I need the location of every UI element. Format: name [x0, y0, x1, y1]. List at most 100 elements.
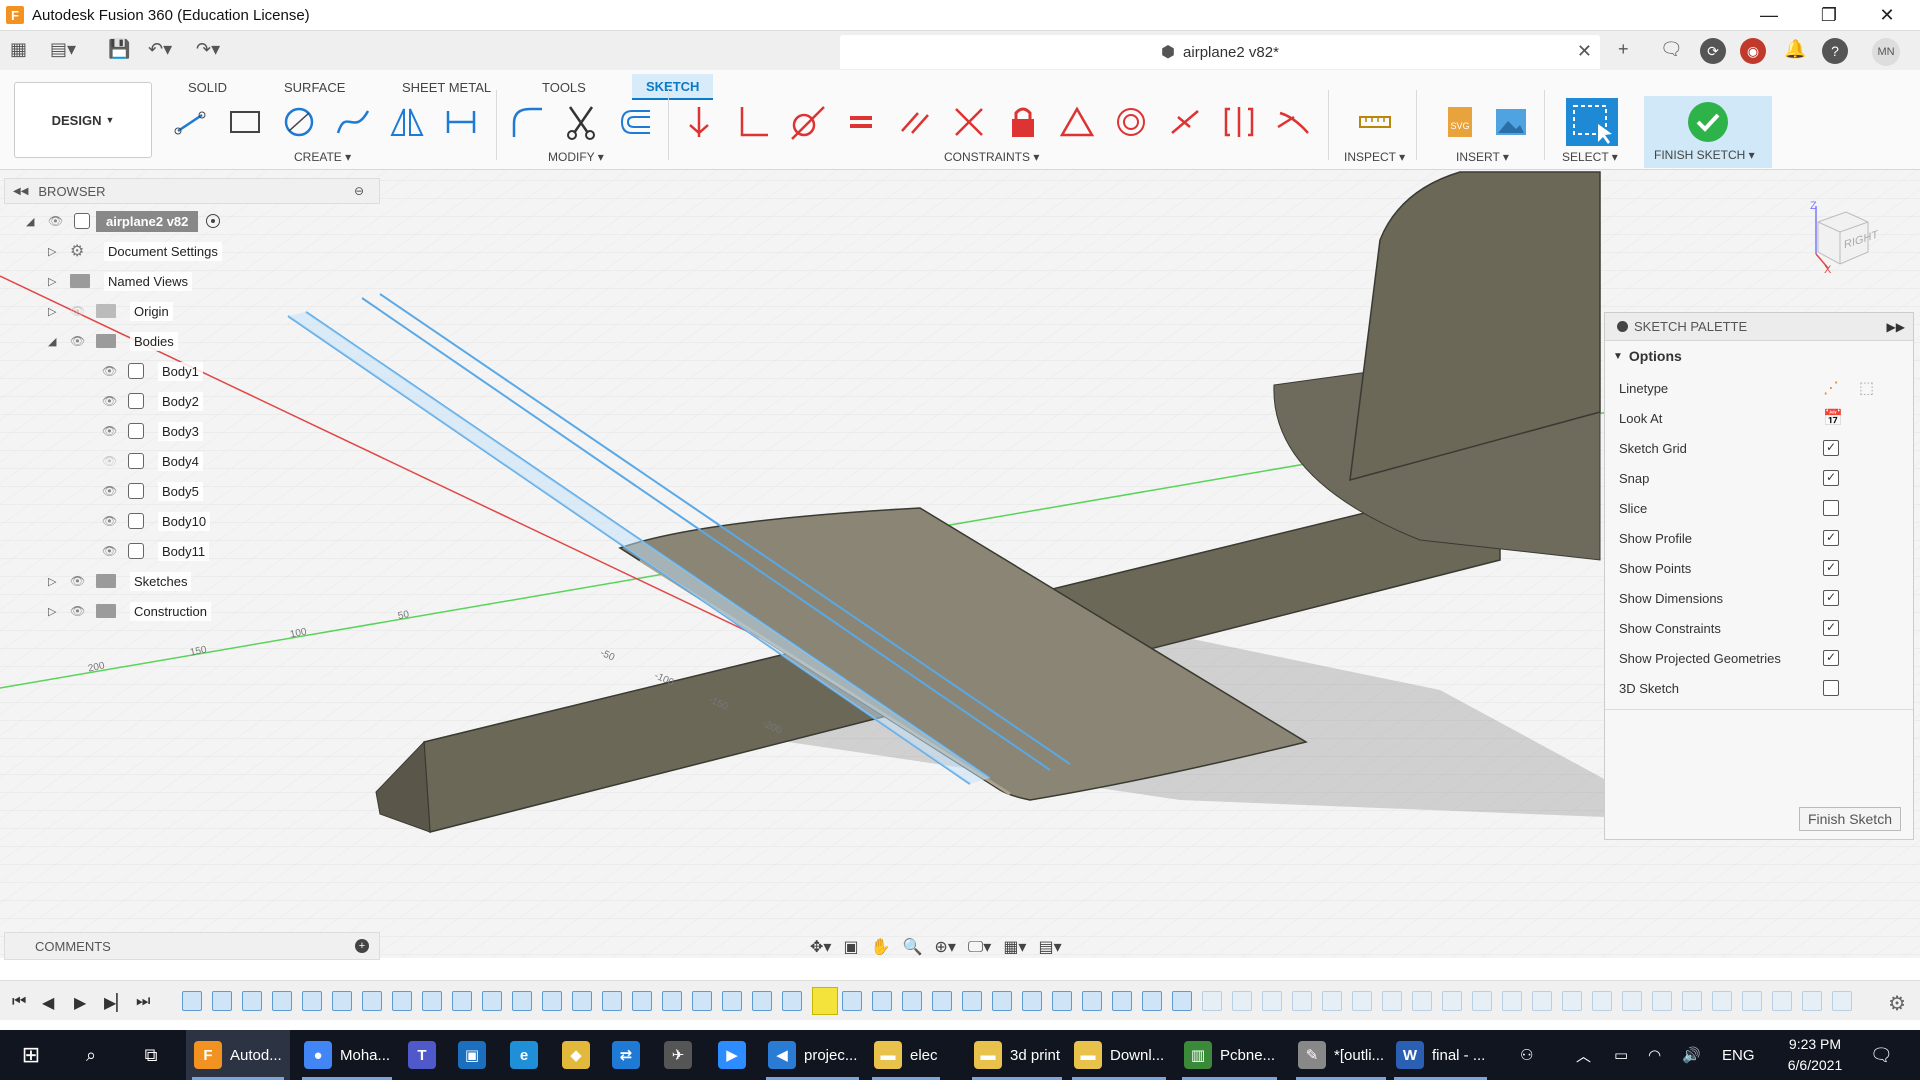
- select-tool[interactable]: [1566, 98, 1618, 146]
- expand-triangle-icon[interactable]: ▷: [48, 305, 62, 318]
- fit-zoom-icon[interactable]: ⊕▾: [934, 937, 955, 957]
- document-tab[interactable]: ⬢ airplane2 v82* ✕: [840, 35, 1600, 69]
- battery-icon[interactable]: ▭: [1614, 1030, 1628, 1080]
- timeline-feature-icon[interactable]: [902, 991, 922, 1011]
- tree-item-body[interactable]: 👁 Body2: [102, 388, 203, 414]
- timeline-feature-icon[interactable]: [1052, 991, 1072, 1011]
- measure-tool[interactable]: [1352, 100, 1398, 144]
- triangle-constraint-tool[interactable]: [1054, 100, 1100, 144]
- tangent-tool[interactable]: [784, 100, 830, 144]
- coincident-tool[interactable]: [676, 100, 722, 144]
- taskbar-app-button[interactable]: ▬ Downl...: [1066, 1030, 1172, 1080]
- line-tool[interactable]: [168, 100, 214, 144]
- visibility-eye-icon[interactable]: 👁: [102, 424, 120, 438]
- finish-sketch-group[interactable]: FINISH SKETCH ▾: [1644, 96, 1772, 168]
- system-clock[interactable]: 9:23 PM 6/6/2021: [1770, 1034, 1860, 1076]
- timeline-feature-icon[interactable]: [1082, 991, 1102, 1011]
- browser-pin-icon[interactable]: ⊖: [354, 184, 364, 198]
- taskbar-app-button[interactable]: ⇄: [604, 1030, 656, 1080]
- go-to-start-icon[interactable]: ⏮: [12, 993, 26, 1011]
- timeline-feature-icon[interactable]: [572, 991, 592, 1011]
- sketch-grid-checkbox[interactable]: ✓: [1823, 440, 1839, 456]
- timeline-feature-icon[interactable]: [752, 991, 772, 1011]
- notifications-icon[interactable]: 🔔: [1784, 39, 1806, 60]
- timeline-feature-icon[interactable]: [1502, 991, 1522, 1011]
- tab-tools[interactable]: TOOLS: [528, 74, 600, 100]
- notification-center-icon[interactable]: 🗨: [1870, 1030, 1893, 1080]
- expand-triangle-icon[interactable]: ▷: [48, 575, 62, 588]
- workspace-switcher[interactable]: DESIGN ▼: [14, 82, 152, 158]
- visibility-eye-icon[interactable]: 👁: [102, 394, 120, 408]
- timeline-feature-icon[interactable]: [992, 991, 1012, 1011]
- timeline-feature-icon[interactable]: [842, 991, 862, 1011]
- centerline-linetype-icon[interactable]: ⬚: [1859, 378, 1874, 398]
- timeline-feature-icon[interactable]: [1712, 991, 1732, 1011]
- timeline-feature-icon[interactable]: [242, 991, 262, 1011]
- restore-button[interactable]: ❐: [1800, 0, 1858, 30]
- timeline-feature-icon[interactable]: [1802, 991, 1822, 1011]
- timeline-feature-icon[interactable]: [1682, 991, 1702, 1011]
- tree-item-body[interactable]: 👁 Body11: [102, 538, 210, 564]
- timeline-feature-icon[interactable]: [962, 991, 982, 1011]
- visibility-eye-icon[interactable]: 👁: [70, 604, 88, 618]
- show-constraints-checkbox[interactable]: ✓: [1823, 620, 1839, 636]
- new-tab-icon[interactable]: +: [1618, 39, 1629, 60]
- timeline-feature-icon[interactable]: [1532, 991, 1552, 1011]
- timeline-feature-icon[interactable]: [332, 991, 352, 1011]
- timeline-feature-icon[interactable]: [1172, 991, 1192, 1011]
- taskbar-app-button[interactable]: ✈: [656, 1030, 708, 1080]
- tree-item-body[interactable]: 👁 Body10: [102, 508, 211, 534]
- curvature-tool[interactable]: [1270, 100, 1316, 144]
- timeline-feature-icon[interactable]: [1232, 991, 1252, 1011]
- timeline-feature-icon[interactable]: [1472, 991, 1492, 1011]
- constraints-group-label[interactable]: CONSTRAINTS ▾: [944, 150, 1039, 164]
- browser-header[interactable]: ◀◀ BROWSER ⊖: [4, 178, 380, 204]
- show-profile-checkbox[interactable]: ✓: [1823, 530, 1839, 546]
- play-icon[interactable]: ▶: [74, 993, 86, 1013]
- undo-icon[interactable]: ↶▾: [148, 39, 172, 60]
- tree-item-sketches[interactable]: ▷ 👁 Sketches: [48, 568, 192, 594]
- taskbar-app-button[interactable]: ▣: [450, 1030, 502, 1080]
- finish-sketch-button[interactable]: Finish Sketch: [1798, 807, 1901, 831]
- visibility-eye-icon[interactable]: 👁: [70, 334, 88, 348]
- visibility-eye-icon[interactable]: 👁: [102, 484, 120, 498]
- insert-group-label[interactable]: INSERT ▾: [1456, 150, 1509, 164]
- rectangle-tool[interactable]: [222, 100, 268, 144]
- timeline-feature-icon[interactable]: [302, 991, 322, 1011]
- go-to-end-icon[interactable]: ⏭: [136, 993, 150, 1011]
- display-settings-icon[interactable]: 🖵▾: [968, 937, 991, 957]
- timeline-feature-icon[interactable]: [1262, 991, 1282, 1011]
- timeline-feature-icon[interactable]: [782, 991, 802, 1011]
- taskbar-app-button[interactable]: ◆: [554, 1030, 606, 1080]
- timeline-feature-icon[interactable]: [362, 991, 382, 1011]
- timeline-feature-icon[interactable]: [602, 991, 622, 1011]
- tab-sketch[interactable]: SKETCH: [632, 74, 714, 100]
- wifi-icon[interactable]: ◠: [1648, 1030, 1661, 1080]
- sketch-dimension-tool[interactable]: [438, 100, 484, 144]
- tree-item-body[interactable]: 👁 Body3: [102, 418, 203, 444]
- search-icon[interactable]: ⌕: [74, 1030, 108, 1080]
- taskbar-app-button[interactable]: F Autod...: [186, 1030, 290, 1080]
- taskbar-app-button[interactable]: T: [400, 1030, 452, 1080]
- symmetry-tool[interactable]: [1216, 100, 1262, 144]
- taskbar-app-button[interactable]: ▬ 3d print: [966, 1030, 1068, 1080]
- taskbar-app-button[interactable]: Wfinal - ...: [1388, 1030, 1493, 1080]
- visibility-eye-icon[interactable]: 👁: [48, 214, 66, 228]
- show-hidden-icons-chevron[interactable]: ︿: [1576, 1030, 1591, 1080]
- collinear-tool[interactable]: [946, 100, 992, 144]
- timeline-feature-icon[interactable]: [542, 991, 562, 1011]
- spline-tool[interactable]: [330, 100, 376, 144]
- timeline-feature-icon[interactable]: [422, 991, 442, 1011]
- timeline-feature-icon[interactable]: [182, 991, 202, 1011]
- windows-start-icon[interactable]: ⊞: [14, 1030, 48, 1080]
- timeline-feature-icon[interactable]: [932, 991, 952, 1011]
- close-tab-icon[interactable]: ✕: [1577, 41, 1592, 62]
- inspect-group-label[interactable]: INSPECT ▾: [1344, 150, 1405, 164]
- select-group-label[interactable]: SELECT ▾: [1562, 150, 1618, 164]
- timeline-feature-icon[interactable]: [1562, 991, 1582, 1011]
- modify-group-label[interactable]: MODIFY ▾: [548, 150, 604, 164]
- taskbar-app-button[interactable]: ▥ Pcbne...: [1176, 1030, 1283, 1080]
- 3d-sketch-checkbox[interactable]: [1823, 680, 1839, 696]
- minimize-button[interactable]: —: [1740, 0, 1798, 30]
- equal-tool[interactable]: [838, 100, 884, 144]
